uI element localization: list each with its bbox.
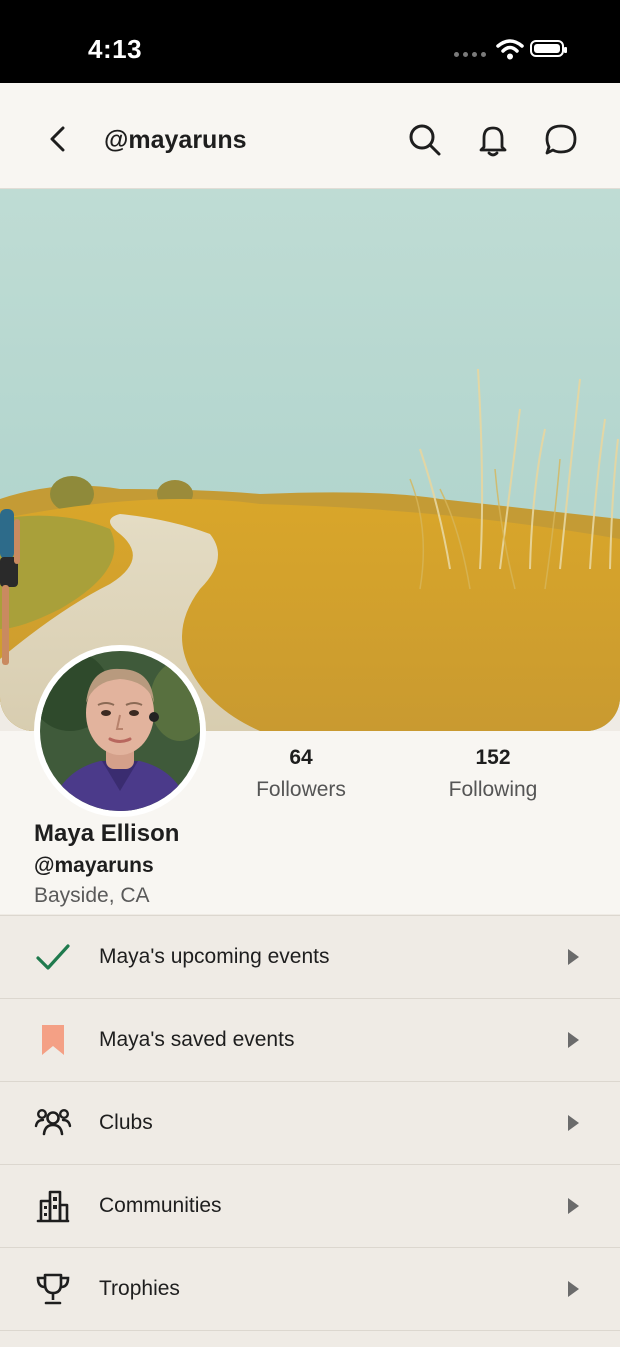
- menu-item-saved-events[interactable]: Maya's saved events: [0, 999, 620, 1082]
- followers-stat[interactable]: 64 Followers: [216, 746, 386, 802]
- nav-title: @mayaruns: [104, 126, 247, 154]
- profile-handle: @mayaruns: [34, 854, 154, 877]
- profile-menu: Maya's upcoming events Maya's saved even…: [0, 915, 620, 1331]
- bookmark-icon: [42, 1025, 64, 1055]
- check-icon: [36, 944, 70, 970]
- followers-count: 64: [289, 746, 313, 769]
- menu-item-label: Maya's upcoming events: [99, 945, 330, 968]
- following-count: 152: [475, 746, 511, 769]
- wifi-icon: [496, 39, 524, 60]
- menu-item-trophies[interactable]: Trophies: [0, 1248, 620, 1331]
- back-button[interactable]: [44, 125, 72, 153]
- chevron-right-icon: [568, 1115, 579, 1131]
- bell-icon[interactable]: [476, 123, 510, 157]
- avatar[interactable]: [34, 645, 206, 817]
- following-label: Following: [448, 778, 538, 801]
- status-bar: 4:13: [0, 0, 620, 83]
- battery-icon: [530, 40, 567, 57]
- cellular-signal-icon: [454, 52, 488, 58]
- menu-item-label: Clubs: [99, 1111, 153, 1134]
- chevron-right-icon: [568, 1032, 579, 1048]
- avatar-photo: [40, 651, 200, 811]
- chevron-right-icon: [568, 1281, 579, 1297]
- building-icon: [36, 1190, 70, 1223]
- profile-name: Maya Ellison: [34, 820, 180, 847]
- search-icon[interactable]: [408, 123, 442, 157]
- status-time: 4:13: [88, 34, 143, 64]
- menu-item-label: Trophies: [99, 1277, 180, 1300]
- chat-bubble-icon[interactable]: [544, 123, 578, 157]
- menu-item-label: Maya's saved events: [99, 1028, 295, 1051]
- group-icon: [34, 1108, 72, 1136]
- chevron-right-icon: [568, 949, 579, 965]
- menu-item-communities[interactable]: Communities: [0, 1165, 620, 1248]
- top-navigation: @mayaruns: [0, 83, 620, 189]
- menu-item-upcoming-events[interactable]: Maya's upcoming events: [0, 916, 620, 999]
- profile-location: Bayside, CA: [34, 884, 150, 907]
- menu-item-clubs[interactable]: Clubs: [0, 1082, 620, 1165]
- trophy-icon: [36, 1273, 70, 1305]
- menu-item-label: Communities: [99, 1194, 222, 1217]
- followers-label: Followers: [256, 778, 346, 801]
- following-stat[interactable]: 152 Following: [408, 746, 578, 802]
- chevron-right-icon: [568, 1198, 579, 1214]
